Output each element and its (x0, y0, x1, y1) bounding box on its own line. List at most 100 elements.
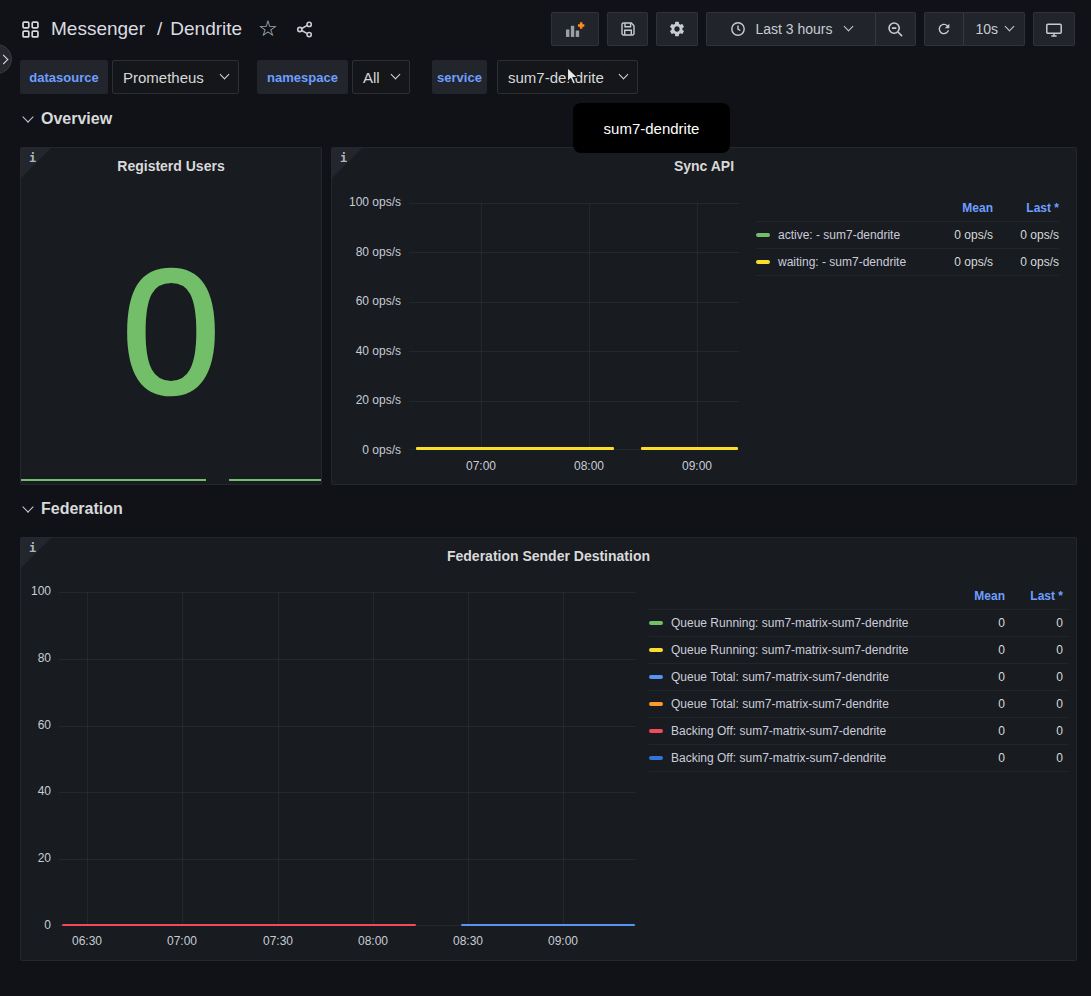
refresh-button[interactable] (925, 13, 963, 45)
panel-sync-api: i Sync API 100 ops/s 80 ops/s 60 ops/s 4… (331, 147, 1077, 485)
legend-mean-value: 0 (957, 670, 1013, 684)
series-color-swatch (649, 621, 663, 625)
variable-picker-datasource[interactable]: Prometheus (112, 60, 239, 94)
legend-label[interactable]: active: - sum7-dendrite (778, 228, 900, 242)
y-axis-tick: 20 ops/s (332, 393, 401, 407)
legend-row[interactable]: Queue Running: sum7-matrix-sum7-dendrite… (649, 610, 1069, 637)
legend-last-value: 0 (1013, 697, 1069, 711)
stat-value: 0 (122, 243, 221, 421)
series-color-swatch (649, 702, 663, 706)
legend-mean-value: 0 ops/s (923, 228, 993, 242)
info-icon: i (340, 151, 347, 165)
breadcrumb-separator: / (157, 18, 162, 40)
clock-icon (730, 21, 746, 37)
chevron-down-icon (22, 501, 33, 512)
chevron-down-icon (391, 70, 401, 80)
y-axis-tick: 60 ops/s (332, 294, 401, 308)
section-title: Overview (41, 110, 112, 128)
mouse-cursor (566, 66, 580, 86)
legend-label[interactable]: Queue Running: sum7-matrix-sum7-dendrite (671, 616, 908, 630)
chevron-down-icon (1005, 22, 1015, 32)
chevron-down-icon (844, 22, 854, 32)
y-axis-tick: 40 ops/s (332, 344, 401, 358)
x-axis-tick: 07:00 (449, 459, 513, 473)
series-line-waiting (416, 447, 614, 450)
zoom-out-time-button[interactable] (876, 13, 915, 45)
legend-last-value: 0 (1013, 670, 1069, 684)
legend-row[interactable]: Backing Off: sum7-matrix-sum7-dendrite 0… (649, 718, 1069, 745)
zoom-out-icon (887, 21, 904, 38)
legend-last-header[interactable]: Last * (1013, 589, 1069, 603)
refresh-icon (936, 21, 952, 37)
legend-row[interactable]: waiting: - sum7-dendrite 0 ops/s 0 ops/s (756, 249, 1059, 276)
series-color-swatch (649, 675, 663, 679)
legend-mean-header[interactable]: Mean (923, 201, 993, 215)
x-axis-tick: 08:00 (557, 459, 621, 473)
legend-last-value: 0 ops/s (993, 255, 1059, 269)
breadcrumb-folder[interactable]: Messenger (51, 18, 145, 40)
breadcrumb: Messenger / Dendrite (51, 18, 242, 40)
y-axis-tick: 0 ops/s (332, 443, 401, 457)
tv-mode-button[interactable] (1033, 12, 1075, 46)
x-axis-tick: 08:00 (341, 934, 405, 948)
variable-label-datasource: datasource (20, 60, 108, 94)
time-range-group: Last 3 hours (706, 12, 916, 46)
add-panel-icon (564, 21, 586, 38)
series-line-queue-total (461, 924, 635, 926)
legend-row[interactable]: Queue Total: sum7-matrix-sum7-dendrite 0… (649, 691, 1069, 718)
legend-label[interactable]: Queue Total: sum7-matrix-sum7-dendrite (671, 670, 889, 684)
panel-title[interactable]: Sync API (362, 158, 1046, 174)
section-header-overview[interactable]: Overview (24, 110, 112, 128)
y-axis-tick: 80 (21, 651, 51, 665)
refresh-interval-button[interactable]: 10s (964, 13, 1024, 45)
variable-picker-namespace[interactable]: All (352, 60, 410, 94)
legend-last-value: 0 (1013, 751, 1069, 765)
save-icon (620, 21, 636, 37)
chevron-right-icon (0, 54, 8, 64)
breadcrumb-dashboard[interactable]: Dendrite (170, 18, 242, 40)
time-range-label: Last 3 hours (755, 21, 832, 37)
legend-last-header[interactable]: Last * (993, 201, 1059, 215)
dashboard-toolbar: Last 3 hours (551, 12, 1075, 46)
y-axis-tick: 20 (21, 851, 51, 865)
legend-label[interactable]: Queue Total: sum7-matrix-sum7-dendrite (671, 697, 889, 711)
chevron-down-icon (619, 70, 629, 80)
time-range-button[interactable]: Last 3 hours (707, 13, 875, 45)
dashboard-settings-button[interactable] (656, 12, 698, 46)
legend-label[interactable]: Backing Off: sum7-matrix-sum7-dendrite (671, 751, 886, 765)
variable-tooltip: sum7-dendrite (573, 103, 730, 153)
tooltip-text: sum7-dendrite (604, 120, 700, 137)
legend-header: Mean Last * (756, 195, 1059, 222)
add-panel-button[interactable] (551, 12, 599, 46)
star-icon[interactable]: ☆ (258, 18, 278, 40)
legend-row[interactable]: Queue Running: sum7-matrix-sum7-dendrite… (649, 637, 1069, 664)
dashboards-grid-icon[interactable] (22, 21, 39, 38)
section-title: Federation (41, 500, 123, 518)
legend-label[interactable]: Queue Running: sum7-matrix-sum7-dendrite (671, 643, 908, 657)
legend-label[interactable]: Backing Off: sum7-matrix-sum7-dendrite (671, 724, 886, 738)
legend-header: Mean Last * (649, 583, 1069, 610)
legend-mean-value: 0 (957, 616, 1013, 630)
legend-label[interactable]: waiting: - sum7-dendrite (778, 255, 906, 269)
sync-api-plot-area[interactable] (409, 203, 739, 450)
federation-plot-area[interactable] (59, 592, 636, 926)
legend-mean-header[interactable]: Mean (957, 589, 1013, 603)
legend-row[interactable]: active: - sum7-dendrite 0 ops/s 0 ops/s (756, 222, 1059, 249)
legend-last-value: 0 (1013, 616, 1069, 630)
tv-icon (1045, 21, 1063, 38)
panel-title[interactable]: Federation Sender Destination (51, 548, 1046, 564)
panel-title[interactable]: Registerd Users (51, 158, 291, 174)
navbar: Messenger / Dendrite ☆ (0, 0, 1091, 52)
legend-row[interactable]: Backing Off: sum7-matrix-sum7-dendrite 0… (649, 745, 1069, 772)
legend-row[interactable]: Queue Total: sum7-matrix-sum7-dendrite 0… (649, 664, 1069, 691)
section-header-federation[interactable]: Federation (24, 500, 123, 518)
x-axis-tick: 08:30 (436, 934, 500, 948)
legend-mean-value: 0 (957, 697, 1013, 711)
variable-value-namespace: All (363, 69, 380, 86)
chevron-down-icon (220, 70, 230, 80)
save-dashboard-button[interactable] (607, 12, 648, 46)
series-color-swatch (649, 729, 663, 733)
gear-icon (668, 20, 686, 38)
share-icon[interactable] (296, 21, 313, 38)
refresh-interval-label: 10s (975, 21, 998, 37)
